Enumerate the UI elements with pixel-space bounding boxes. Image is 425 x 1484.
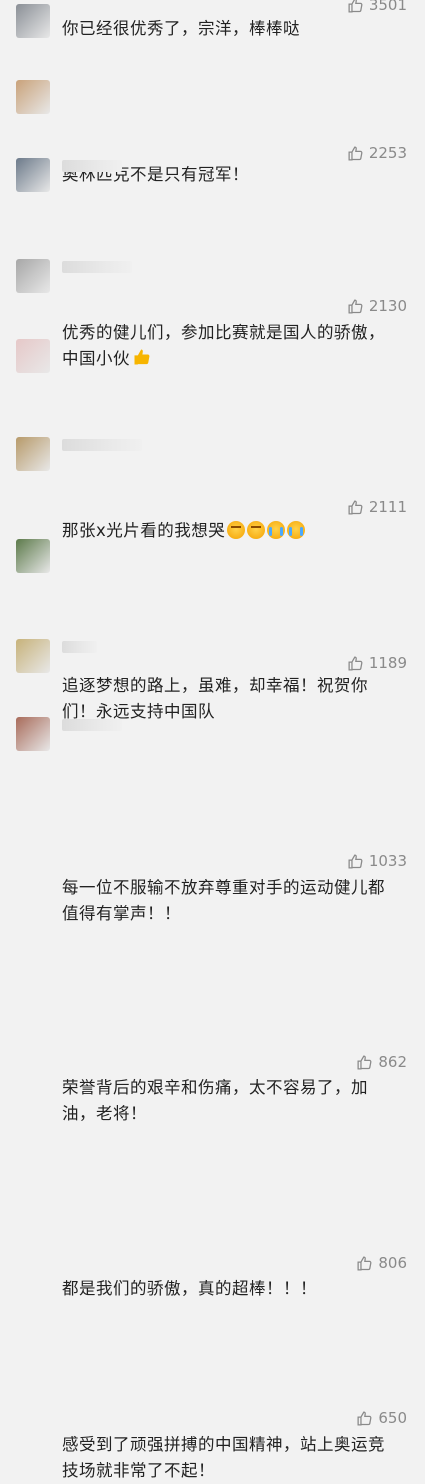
- like-count: 862: [378, 1053, 407, 1071]
- thumbs-up-icon: [356, 1255, 378, 1272]
- comment-text: 优秀的健儿们，参加比赛就是国人的骄傲， 中国小伙: [62, 320, 402, 375]
- like-button[interactable]: 2253: [347, 144, 407, 162]
- avatar[interactable]: [16, 339, 50, 373]
- like-button[interactable]: 3501: [347, 0, 407, 14]
- avatar[interactable]: [16, 539, 50, 573]
- comment-text-content: 你已经很优秀了，宗洋，棒棒哒: [62, 19, 300, 38]
- like-count: 806: [378, 1254, 407, 1272]
- comment-text: 你已经很优秀了，宗洋，棒棒哒: [62, 16, 402, 42]
- crying-emoji-icon: [287, 521, 306, 539]
- comment-text: 都是我们的骄傲，真的超棒！！！: [62, 1276, 402, 1302]
- comment-text-content: 优秀的健儿们，参加比赛就是国人的骄傲， 中国小伙: [62, 323, 385, 368]
- like-count: 650: [378, 1409, 407, 1427]
- thumbs-up-icon: [347, 0, 369, 14]
- thumbs-up-icon: [347, 853, 369, 870]
- thumbs-up-icon: [347, 499, 369, 516]
- like-button[interactable]: 650: [356, 1409, 407, 1427]
- comment-text-content: 每一位不服输不放弃尊重对手的运动健儿都 值得有掌声！！: [62, 878, 385, 923]
- avatar[interactable]: [16, 437, 50, 471]
- username-blurred: [62, 160, 122, 172]
- like-button[interactable]: 2130: [347, 297, 407, 315]
- avatar[interactable]: [16, 80, 50, 114]
- username-blurred: [62, 719, 122, 731]
- angry-emoji-icon: [227, 521, 246, 539]
- thumbs-up-icon: [356, 1054, 378, 1071]
- thumbs-up-icon: [347, 298, 369, 315]
- comment-text-content: 都是我们的骄傲，真的超棒！！！: [62, 1279, 317, 1298]
- comment-text: 追逐梦想的路上，虽难，却幸福！祝贺你 们！永远支持中国队: [62, 673, 402, 725]
- thumbs-up-emoji-icon: [132, 347, 152, 375]
- avatar[interactable]: [16, 4, 50, 38]
- username-blurred: [62, 641, 97, 653]
- like-button[interactable]: 1033: [347, 852, 407, 870]
- like-count: 2111: [368, 498, 407, 516]
- like-button[interactable]: 806: [356, 1254, 407, 1272]
- angry-emoji-icon: [247, 521, 266, 539]
- comment-text: 每一位不服输不放弃尊重对手的运动健儿都 值得有掌声！！: [62, 875, 402, 927]
- comment-text-content: 那张x光片看的我想哭: [62, 521, 226, 540]
- avatar[interactable]: [16, 158, 50, 192]
- like-button[interactable]: 862: [356, 1053, 407, 1071]
- comment-text-content: 荣誉背后的艰辛和伤痛，太不容易了，加 油，老将！: [62, 1078, 368, 1123]
- comment-text: 感受到了顽强拼搏的中国精神，站上奥运竞 技场就非常了不起！: [62, 1432, 402, 1484]
- comment-text: 荣誉背后的艰辛和伤痛，太不容易了，加 油，老将！: [62, 1075, 402, 1127]
- username-blurred: [62, 261, 132, 273]
- like-count: 3501: [368, 0, 407, 14]
- like-button[interactable]: 1189: [347, 654, 407, 672]
- avatar[interactable]: [16, 259, 50, 293]
- thumbs-up-icon: [347, 145, 369, 162]
- like-count: 1189: [368, 654, 407, 672]
- username-blurred: [62, 439, 142, 451]
- like-button[interactable]: 2111: [347, 498, 407, 516]
- avatar[interactable]: [16, 639, 50, 673]
- comment-text-content: 追逐梦想的路上，虽难，却幸福！祝贺你 们！永远支持中国队: [62, 676, 368, 721]
- thumbs-up-icon: [356, 1410, 378, 1427]
- like-count: 2130: [368, 297, 407, 315]
- avatar[interactable]: [16, 717, 50, 751]
- comment-text-content: 感受到了顽强拼搏的中国精神，站上奥运竞 技场就非常了不起！: [62, 1435, 385, 1480]
- like-count: 2253: [368, 144, 407, 162]
- crying-emoji-icon: [267, 521, 286, 539]
- comment-text: 那张x光片看的我想哭: [62, 518, 402, 544]
- thumbs-up-icon: [347, 655, 369, 672]
- like-count: 1033: [368, 852, 407, 870]
